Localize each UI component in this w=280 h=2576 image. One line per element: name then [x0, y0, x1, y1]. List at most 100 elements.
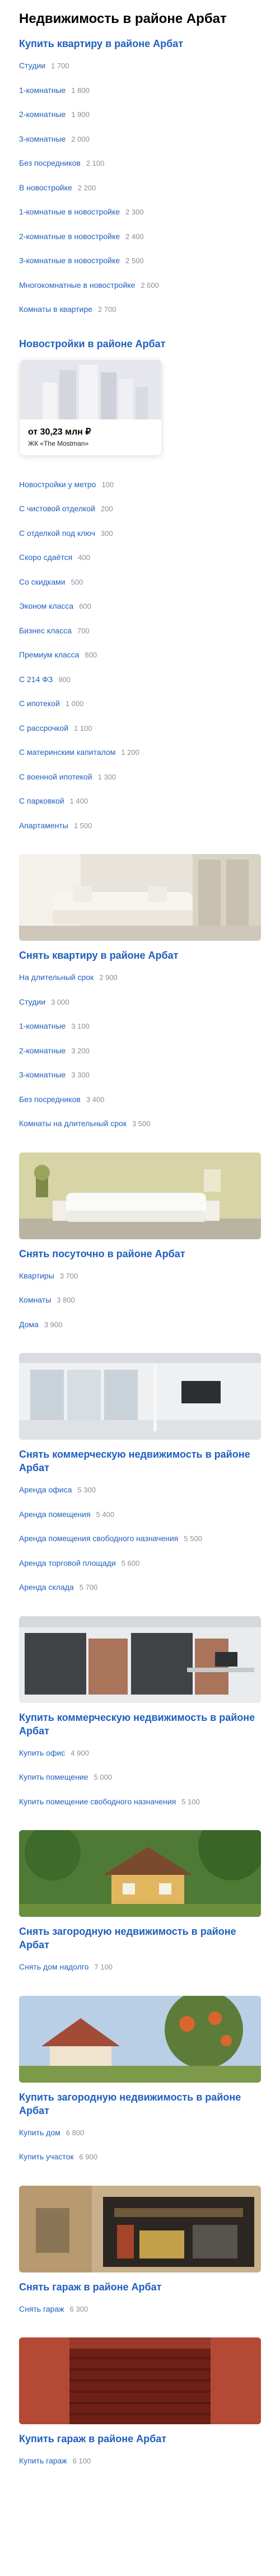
rent-flat-section-title[interactable]: Снять квартиру в районе Арбат — [19, 949, 260, 962]
list-item-link[interactable]: Купить участок — [19, 2152, 73, 2161]
list-item-link[interactable]: 1-комнатные — [19, 86, 66, 95]
list-item-link[interactable]: Квартиры — [19, 1271, 54, 1280]
buy-garage-section-title[interactable]: Купить гараж в районе Арбат — [19, 2432, 260, 2446]
list-item-count: 7 100 — [94, 1963, 113, 1971]
list-item-link[interactable]: Купить гараж — [19, 2456, 67, 2465]
buildings-illustration — [20, 360, 161, 419]
list-item: 2-комнатные в новостройке 2 400 — [19, 231, 280, 255]
buy-country-photo[interactable] — [19, 1995, 261, 2083]
list-item-link[interactable]: Дома — [19, 1320, 39, 1329]
buy-garage-photo[interactable] — [19, 2337, 261, 2424]
rent-country-photo[interactable] — [19, 1830, 261, 1917]
rent-country-section-title[interactable]: Снять загородную недвижимость в районе А… — [19, 1925, 260, 1952]
list-item: 3-комнатные в новостройке 2 500 — [19, 255, 280, 279]
list-item-link[interactable]: С военной ипотекой — [19, 772, 92, 781]
list-item-count: 6 800 — [66, 2128, 85, 2137]
list-item-link[interactable]: Комнаты на длительный срок — [19, 1119, 127, 1128]
list-item-link[interactable]: В новостройке — [19, 183, 72, 192]
list-item: Комнаты 3 800 — [19, 1294, 280, 1319]
list-item-link[interactable]: С материнским капиталом — [19, 748, 115, 757]
new-buildings-list: Новостройки у метро 100 С чистовой отделко… — [19, 479, 280, 844]
list-item: Дома 3 900 — [19, 1319, 280, 1343]
list-item-link[interactable]: Аренда офиса — [19, 1485, 72, 1494]
rent-flat-photo[interactable] — [19, 854, 261, 941]
new-building-price: от 30,23 млн ₽ — [28, 427, 91, 437]
page-title: Недвижимость в районе Арбат — [19, 11, 227, 26]
buy-country-section-title[interactable]: Купить загородную недвижимость в районе … — [19, 2090, 260, 2117]
list-item-link[interactable]: Студии — [19, 997, 45, 1006]
list-item-link[interactable]: С отделкой под ключ — [19, 529, 95, 538]
list-item: Купить помещение 5 000 — [19, 1771, 280, 1796]
list-item: Купить участок 6 900 — [19, 2151, 280, 2176]
list-item-link[interactable]: Апартаменты — [19, 821, 68, 830]
list-item-count: 1 000 — [65, 699, 84, 708]
list-item-count: 5 000 — [94, 1773, 112, 1781]
list-item-count: 5 400 — [96, 1510, 115, 1519]
list-item: С рассрочкой 1 100 — [19, 722, 280, 747]
list-item-count: 1 700 — [51, 62, 69, 70]
list-item-link[interactable]: С парковкой — [19, 796, 64, 805]
list-item-link[interactable]: Аренда склада — [19, 1583, 74, 1592]
list-item-link[interactable]: Комнаты в квартире — [19, 305, 92, 314]
list-item-link[interactable]: 2-комнатные в новостройке — [19, 232, 120, 241]
list-item-link[interactable]: Снять дом надолго — [19, 1962, 88, 1971]
list-item-link[interactable]: 3-комнатные — [19, 134, 66, 143]
buy-commercial-list: Купить офис 4 900 Купить помещение 5 000 Куп… — [19, 1747, 280, 1821]
daily-section-title[interactable]: Снять посуточно в районе Арбат — [19, 1247, 260, 1261]
rent-commercial-photo[interactable] — [19, 1353, 261, 1440]
list-item: Со скидками 500 — [19, 576, 280, 601]
list-item-link[interactable]: 1-комнатные — [19, 1021, 66, 1030]
buy-commercial-section-title[interactable]: Купить коммерческую недвижимость в район… — [19, 1711, 260, 1738]
daily-rent-photo[interactable] — [19, 1152, 261, 1239]
list-item-link[interactable]: На длительный срок — [19, 973, 94, 982]
list-item-link[interactable]: Аренда торговой площади — [19, 1558, 116, 1567]
list-item-link[interactable]: 3-комнатные — [19, 1070, 66, 1079]
new-building-card[interactable]: от 30,23 млн ₽ ЖК «The Mostman» — [20, 360, 161, 455]
list-item-link[interactable]: Аренда помещения — [19, 1510, 91, 1519]
list-item-link[interactable]: Премиум класса — [19, 650, 79, 659]
buy-flat-section-title[interactable]: Купить квартиру в районе Арбат — [19, 37, 260, 50]
list-item-count: 2 600 — [141, 281, 159, 290]
list-item-link[interactable]: Эконом класса — [19, 601, 73, 610]
list-item-link[interactable]: С рассрочкой — [19, 724, 68, 732]
list-item-link[interactable]: Купить дом — [19, 2128, 60, 2137]
buy-commercial-photo[interactable] — [19, 1616, 261, 1703]
list-item: Аренда помещения 5 400 — [19, 1509, 280, 1533]
list-item-link[interactable]: 2-комнатные — [19, 1046, 66, 1055]
list-item: Аренда офиса 5 300 — [19, 1484, 280, 1509]
list-item-link[interactable]: 2-комнатные — [19, 110, 66, 119]
page: Недвижимость в районе Арбат Купить кварт… — [0, 0, 280, 2576]
list-item-link[interactable]: Без посредников — [19, 1095, 81, 1104]
list-item-link[interactable]: Без посредников — [19, 158, 81, 167]
list-item-count: 1 300 — [97, 772, 116, 781]
list-item-link[interactable]: Купить помещение — [19, 1772, 88, 1781]
list-item-count: 700 — [77, 626, 90, 635]
new-buildings-section-title[interactable]: Новостройки в районе Арбат — [19, 337, 260, 351]
list-item-link[interactable]: Студии — [19, 61, 45, 70]
list-item-count: 600 — [79, 602, 91, 610]
list-item-link[interactable]: Скоро сдаётся — [19, 553, 72, 562]
list-item-link[interactable]: Аренда помещения свободного назначения — [19, 1534, 178, 1543]
list-item-count: 3 400 — [86, 1095, 105, 1104]
list-item-link[interactable]: 1-комнатные в новостройке — [19, 207, 120, 216]
rent-commercial-section-title[interactable]: Снять коммерческую недвижимость в районе… — [19, 1448, 260, 1474]
list-item-link[interactable]: Купить офис — [19, 1748, 65, 1757]
list-item-link[interactable]: Новостройки у метро — [19, 480, 96, 489]
list-item: С ипотекой 1 000 — [19, 698, 280, 722]
list-item-link[interactable]: Комнаты — [19, 1295, 51, 1304]
list-item-link[interactable]: Купить помещение свободного назначения — [19, 1797, 176, 1806]
list-item: Аренда помещения свободного назначения 5 … — [19, 1533, 280, 1557]
list-item-count: 3 000 — [51, 997, 69, 1006]
rent-garage-section-title[interactable]: Снять гараж в районе Арбат — [19, 2280, 260, 2294]
list-item: На длительный срок 2 900 — [19, 972, 280, 996]
list-item-count: 6 100 — [72, 2457, 91, 2465]
list-item-link[interactable]: Многокомнатные в новостройке — [19, 281, 135, 290]
list-item-link[interactable]: С ипотекой — [19, 699, 60, 708]
list-item-link[interactable]: Бизнес класса — [19, 626, 72, 635]
list-item-link[interactable]: Снять гараж — [19, 2304, 64, 2313]
list-item-link[interactable]: Со скидками — [19, 577, 66, 586]
list-item-link[interactable]: С чистовой отделкой — [19, 504, 95, 513]
list-item-link[interactable]: С 214 ФЗ — [19, 675, 53, 684]
rent-garage-photo[interactable] — [19, 2185, 261, 2272]
list-item-link[interactable]: 3-комнатные в новостройке — [19, 256, 120, 265]
